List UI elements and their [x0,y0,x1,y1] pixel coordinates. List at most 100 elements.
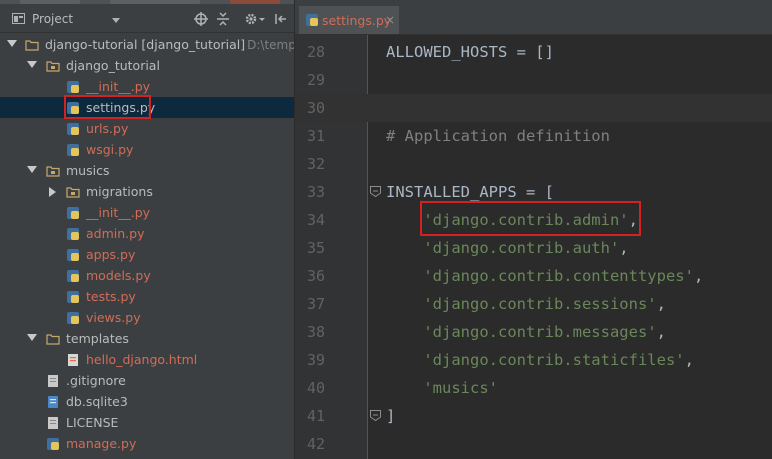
tree-item-manage-py[interactable]: manage.py [0,433,294,454]
project-panel-header: Project [0,4,294,33]
tree-item-label: django-tutorial [django_tutorial] D:\temp… [45,37,295,52]
code-line[interactable]: 35 'django.contrib.auth', [295,234,772,262]
code-token: , [619,239,629,257]
project-view-label[interactable]: Project [32,12,73,26]
code-editor[interactable]: settings.py × 28 ALLOWED_HOSTS = [] 29 30 31… [295,0,772,459]
expand-arrow-icon[interactable] [27,61,37,68]
tree-item-db-sqlite3[interactable]: db.sqlite3 [0,391,294,412]
package-folder-icon [46,166,60,177]
code-line[interactable]: 36 'django.contrib.contenttypes', [295,262,772,290]
tree-item-views-py[interactable]: views.py [0,307,294,328]
tree-item-urls-py[interactable]: urls.py [0,118,294,139]
code-text: # Application definition [386,127,610,145]
chevron-down-icon[interactable] [258,12,266,26]
code-line[interactable]: 37 'django.contrib.sessions', [295,290,772,318]
tab-label: settings.py [322,13,392,28]
python-file-icon [67,228,79,240]
hide-icon[interactable] [274,12,288,26]
code-line[interactable]: 41] [295,402,772,430]
tree-item-musics[interactable]: musics [0,160,294,181]
tree-item-apps-py[interactable]: apps.py [0,244,294,265]
expand-arrow-icon[interactable] [27,166,37,173]
tree-item-settings-py[interactable]: settings.py [0,97,294,118]
string-literal: 'django.contrib.contenttypes' [423,267,694,285]
code-line[interactable]: 29 [295,66,772,94]
tree-item-label: views.py [86,310,141,325]
python-file-icon [67,102,79,114]
expand-arrow-icon[interactable] [7,40,17,47]
line-number: 42 [306,435,325,453]
code-token: , [693,267,704,285]
fold-marker-icon[interactable] [369,409,382,422]
tree-item-init-py[interactable]: __init__.py [0,76,294,97]
code-line[interactable]: 34 'django.contrib.admin', [295,206,772,234]
package-folder-icon [66,187,80,198]
tree-item-templates[interactable]: templates [0,328,294,349]
tree-item-admin-py[interactable]: admin.py [0,223,294,244]
tree-item-init-py[interactable]: __init__.py [0,202,294,223]
tree-item-project-root[interactable]: django-tutorial [django_tutorial] D:\temp… [0,34,294,55]
code-line[interactable]: 38 'django.contrib.messages', [295,318,772,346]
tree-item-gitignore[interactable]: .gitignore [0,370,294,391]
python-file-icon [67,291,79,303]
expand-arrow-icon[interactable] [27,334,37,341]
tree-item-label: models.py [86,268,151,283]
tree-item-label: admin.py [86,226,145,241]
tree-item-migrations[interactable]: migrations [0,181,294,202]
code-line[interactable]: 42 [295,430,772,458]
code-token: INSTALLED_APPS = [ [386,183,554,201]
project-view-icon[interactable] [12,13,25,24]
code-text: 'django.contrib.messages', [386,323,666,341]
settings-icon[interactable] [244,12,258,26]
tree-item-license[interactable]: LICENSE [0,412,294,433]
string-literal: 'django.contrib.sessions' [423,295,657,313]
tree-item-tests-py[interactable]: tests.py [0,286,294,307]
string-literal: 'django.contrib.admin' [423,211,629,229]
code-line[interactable]: 28 ALLOWED_HOSTS = [] [295,38,772,66]
string-literal: 'django.contrib.staticfiles' [423,351,685,369]
tree-item-label: wsgi.py [86,142,134,157]
code-token: ALLOWED_HOSTS = [] [386,43,554,61]
code-line[interactable]: 32 [295,150,772,178]
collapse-arrow-icon[interactable] [49,187,56,197]
editor-tab-bar: settings.py × [295,0,772,35]
code-token: ] [386,407,396,425]
tree-item-label: templates [66,331,129,346]
code-line[interactable]: 39 'django.contrib.staticfiles', [295,346,772,374]
code-token: , [656,323,666,341]
tree-item-models-py[interactable]: models.py [0,265,294,286]
line-number: 38 [306,323,325,341]
code-token: , [628,211,638,229]
chevron-down-icon[interactable] [112,18,120,23]
line-number: 40 [306,379,325,397]
database-file-icon [48,396,58,408]
tree-item-label: urls.py [86,121,129,136]
code-text: 'django.contrib.auth', [386,239,629,257]
python-file-icon [67,123,79,135]
collapse-icon[interactable] [216,12,230,26]
python-file-icon [67,270,79,282]
fold-marker-icon[interactable] [369,185,382,198]
python-file-icon [306,14,318,26]
project-panel: Project django-tutorial [django_tutorial… [0,0,295,459]
folder-icon [46,334,60,345]
close-icon[interactable]: × [385,13,395,27]
code-text: 'django.contrib.staticfiles', [386,351,694,369]
tree-item-django-tutorial[interactable]: django_tutorial [0,55,294,76]
tree-item-label: manage.py [66,436,137,451]
code-line[interactable]: 33 INSTALLED_APPS = [ [295,178,772,206]
code-line[interactable]: 31 # Application definition [295,122,772,150]
tab-settings-py[interactable]: settings.py × [299,6,399,34]
code-line[interactable]: 30 [295,94,772,122]
code-line[interactable]: 40 'musics' [295,374,772,402]
tree-item-hello-django-html[interactable]: hello_django.html [0,349,294,370]
tree-item-wsgi-py[interactable]: wsgi.py [0,139,294,160]
locate-icon[interactable] [194,12,208,26]
text-file-icon [48,375,58,387]
tree-item-label: hello_django.html [86,352,198,367]
tree-item-label: musics [66,163,110,178]
